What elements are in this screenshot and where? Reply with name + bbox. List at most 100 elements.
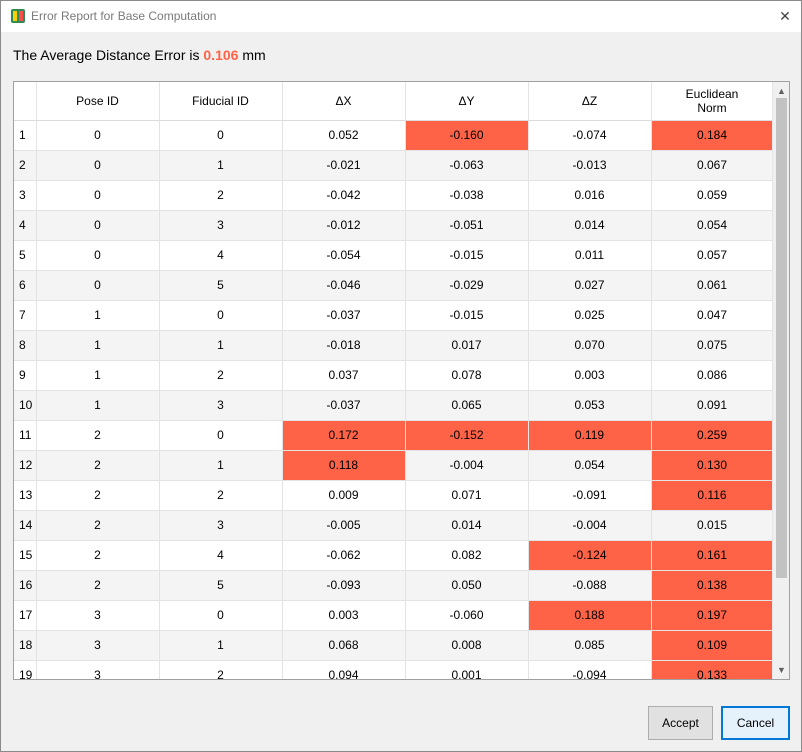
cell-euclidean-norm[interactable]: 0.047 [651, 300, 773, 331]
cell-pose-id[interactable]: 2 [36, 570, 160, 601]
cell-pose-id[interactable]: 3 [36, 660, 160, 679]
cell-delta-y[interactable]: 0.071 [405, 480, 529, 511]
cell-pose-id[interactable]: 1 [36, 330, 160, 361]
cell-fiducial-id[interactable]: 2 [159, 360, 283, 391]
cell-pose-id[interactable]: 1 [36, 300, 160, 331]
cell-delta-z[interactable]: -0.088 [528, 570, 652, 601]
cell-delta-x[interactable]: -0.054 [282, 240, 406, 271]
cell-pose-id[interactable]: 0 [36, 180, 160, 211]
vertical-scrollbar[interactable]: ▲ ▼ [772, 82, 789, 679]
header-pose-id[interactable]: Pose ID [36, 82, 160, 121]
cell-delta-x[interactable]: -0.018 [282, 330, 406, 361]
cell-delta-y[interactable]: 0.065 [405, 390, 529, 421]
cell-delta-x[interactable]: 0.037 [282, 360, 406, 391]
cell-fiducial-id[interactable]: 3 [159, 390, 283, 421]
table-row[interactable]: 7 1 0 -0.037 -0.015 0.025 0.047 [14, 300, 773, 331]
cell-delta-y[interactable]: -0.060 [405, 600, 529, 631]
cell-fiducial-id[interactable]: 3 [159, 210, 283, 241]
cell-pose-id[interactable]: 0 [36, 270, 160, 301]
cell-euclidean-norm[interactable]: 0.133 [651, 660, 773, 679]
cell-delta-x[interactable]: 0.009 [282, 480, 406, 511]
cell-delta-x[interactable]: 0.068 [282, 630, 406, 661]
cell-pose-id[interactable]: 2 [36, 510, 160, 541]
table-row[interactable]: 3 0 2 -0.042 -0.038 0.016 0.059 [14, 180, 773, 211]
cell-pose-id[interactable]: 1 [36, 360, 160, 391]
scroll-up-button[interactable]: ▲ [773, 83, 789, 99]
cell-delta-x[interactable]: 0.094 [282, 660, 406, 679]
cell-delta-z[interactable]: 0.016 [528, 180, 652, 211]
cell-euclidean-norm[interactable]: 0.197 [651, 600, 773, 631]
cell-fiducial-id[interactable]: 1 [159, 150, 283, 181]
cell-fiducial-id[interactable]: 2 [159, 180, 283, 211]
cell-delta-y[interactable]: 0.014 [405, 510, 529, 541]
cell-delta-z[interactable]: 0.053 [528, 390, 652, 421]
cell-delta-x[interactable]: -0.005 [282, 510, 406, 541]
cell-delta-x[interactable]: -0.021 [282, 150, 406, 181]
cell-delta-z[interactable]: 0.188 [528, 600, 652, 631]
cell-pose-id[interactable]: 2 [36, 540, 160, 571]
cell-delta-y[interactable]: 0.050 [405, 570, 529, 601]
cell-delta-z[interactable]: -0.074 [528, 120, 652, 151]
cell-delta-x[interactable]: 0.118 [282, 450, 406, 481]
cell-fiducial-id[interactable]: 4 [159, 540, 283, 571]
table-row[interactable]: 19 3 2 0.094 0.001 -0.094 0.133 [14, 660, 773, 679]
cell-euclidean-norm[interactable]: 0.075 [651, 330, 773, 361]
table-row[interactable]: 8 1 1 -0.018 0.017 0.070 0.075 [14, 330, 773, 361]
cell-euclidean-norm[interactable]: 0.061 [651, 270, 773, 301]
cell-delta-y[interactable]: -0.160 [405, 120, 529, 151]
table-row[interactable]: 9 1 2 0.037 0.078 0.003 0.086 [14, 360, 773, 391]
cell-delta-z[interactable]: -0.091 [528, 480, 652, 511]
scroll-down-button[interactable]: ▼ [773, 662, 789, 678]
cell-pose-id[interactable]: 2 [36, 420, 160, 451]
cell-delta-x[interactable]: 0.052 [282, 120, 406, 151]
cell-pose-id[interactable]: 1 [36, 390, 160, 421]
cell-fiducial-id[interactable]: 2 [159, 660, 283, 679]
cell-delta-y[interactable]: -0.015 [405, 300, 529, 331]
cell-delta-z[interactable]: 0.119 [528, 420, 652, 451]
cell-euclidean-norm[interactable]: 0.091 [651, 390, 773, 421]
cell-fiducial-id[interactable]: 0 [159, 300, 283, 331]
cell-euclidean-norm[interactable]: 0.138 [651, 570, 773, 601]
header-delta-y[interactable]: ΔY [405, 82, 529, 121]
cell-pose-id[interactable]: 2 [36, 450, 160, 481]
cell-euclidean-norm[interactable]: 0.116 [651, 480, 773, 511]
cell-delta-x[interactable]: 0.003 [282, 600, 406, 631]
cell-delta-y[interactable]: -0.038 [405, 180, 529, 211]
cell-delta-y[interactable]: -0.152 [405, 420, 529, 451]
cell-euclidean-norm[interactable]: 0.130 [651, 450, 773, 481]
cell-euclidean-norm[interactable]: 0.086 [651, 360, 773, 391]
cell-fiducial-id[interactable]: 3 [159, 510, 283, 541]
cell-delta-z[interactable]: 0.027 [528, 270, 652, 301]
cell-pose-id[interactable]: 3 [36, 600, 160, 631]
cell-euclidean-norm[interactable]: 0.109 [651, 630, 773, 661]
header-euclidean-norm[interactable]: Euclidean Norm [651, 82, 773, 121]
table-row[interactable]: 10 1 3 -0.037 0.065 0.053 0.091 [14, 390, 773, 421]
cell-fiducial-id[interactable]: 2 [159, 480, 283, 511]
table-row[interactable]: 13 2 2 0.009 0.071 -0.091 0.116 [14, 480, 773, 511]
close-button[interactable]: ✕ [769, 1, 801, 32]
cell-pose-id[interactable]: 3 [36, 630, 160, 661]
table-row[interactable]: 17 3 0 0.003 -0.060 0.188 0.197 [14, 600, 773, 631]
cell-euclidean-norm[interactable]: 0.184 [651, 120, 773, 151]
cell-fiducial-id[interactable]: 4 [159, 240, 283, 271]
cell-euclidean-norm[interactable]: 0.161 [651, 540, 773, 571]
cell-euclidean-norm[interactable]: 0.054 [651, 210, 773, 241]
cell-delta-z[interactable]: 0.054 [528, 450, 652, 481]
scrollbar-thumb[interactable] [776, 98, 787, 578]
cell-euclidean-norm[interactable]: 0.015 [651, 510, 773, 541]
cell-fiducial-id[interactable]: 1 [159, 630, 283, 661]
cell-pose-id[interactable]: 0 [36, 240, 160, 271]
cell-delta-y[interactable]: -0.029 [405, 270, 529, 301]
accept-button[interactable]: Accept [648, 706, 713, 740]
cell-delta-x[interactable]: -0.012 [282, 210, 406, 241]
table-row[interactable]: 12 2 1 0.118 -0.004 0.054 0.130 [14, 450, 773, 481]
cell-delta-y[interactable]: 0.008 [405, 630, 529, 661]
cell-delta-z[interactable]: -0.013 [528, 150, 652, 181]
cell-delta-x[interactable]: -0.046 [282, 270, 406, 301]
cell-pose-id[interactable]: 0 [36, 210, 160, 241]
table-row[interactable]: 18 3 1 0.068 0.008 0.085 0.109 [14, 630, 773, 661]
cell-delta-x[interactable]: -0.042 [282, 180, 406, 211]
header-delta-x[interactable]: ΔX [282, 82, 406, 121]
cell-pose-id[interactable]: 2 [36, 480, 160, 511]
cell-euclidean-norm[interactable]: 0.259 [651, 420, 773, 451]
